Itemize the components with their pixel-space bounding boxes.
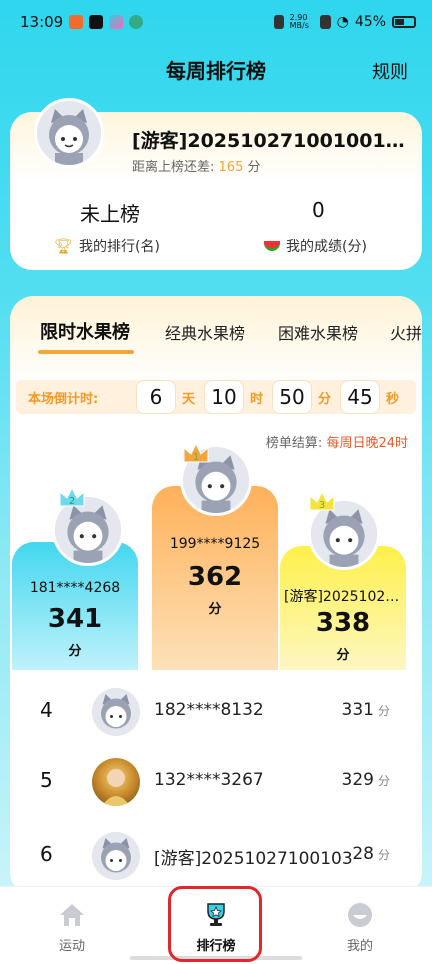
crown-third-rank: 3 <box>319 500 325 511</box>
crown-first-rank: 1 <box>193 452 199 463</box>
app-notification-icon <box>69 15 84 29</box>
podium-first-name: 199****9125 <box>169 536 261 552</box>
tab-classic-fruit[interactable]: 经典水果榜 <box>165 320 245 344</box>
nav-label-sport: 运动 <box>58 939 85 954</box>
podium-first-unit: 分 <box>208 602 222 617</box>
podium-first-score: 362 <box>187 562 243 592</box>
gap-to-rank: 距离上榜还差: 165 分 <box>132 156 261 175</box>
nav-item-sport[interactable]: 运动 <box>32 901 112 954</box>
rank-score: 331 分 <box>342 700 390 720</box>
list-item[interactable]: 5 132****3267 329 分 <box>10 746 422 816</box>
leaf-app-icon <box>129 15 144 29</box>
rank-number: 6 <box>40 842 53 866</box>
my-score-label: 我的成绩(分) <box>264 236 367 256</box>
list-item[interactable]: 6 [游客]20251027100103 28 分 <box>10 820 422 890</box>
tab-hard-fruit[interactable]: 困难水果榜 <box>278 320 358 344</box>
vibrate-icon <box>273 15 284 29</box>
rank-score-value: 28 <box>352 844 374 864</box>
podium-third-unit: 分 <box>336 648 350 663</box>
countdown-bar: 本场倒计时: 6 天 10 时 50 分 45 秒 <box>16 380 416 414</box>
countdown-hours-unit: 时 <box>250 392 264 407</box>
podium-third-score: 338 <box>315 608 371 638</box>
countdown-seconds-unit: 秒 <box>386 392 400 407</box>
countdown-hours: 10 <box>204 380 244 414</box>
cat-hood-avatar-icon <box>92 688 140 736</box>
podium-second-unit: 分 <box>68 644 82 659</box>
my-score-value: 0 <box>312 198 325 222</box>
nav-item-profile[interactable]: 我的 <box>320 901 400 954</box>
rank-avatar <box>92 758 140 806</box>
countdown-days-unit: 天 <box>182 392 196 407</box>
home-icon <box>60 904 84 926</box>
rank-score: 28 分 <box>352 844 390 864</box>
watermelon-icon <box>264 241 280 251</box>
user-avatar[interactable] <box>34 98 104 168</box>
rank-score: 329 分 <box>342 770 390 790</box>
rank-name: 132****3267 <box>154 770 264 790</box>
settle-info: 榜单结算: 每周日晚24时 <box>266 432 408 451</box>
rank-name: 182****8132 <box>154 700 264 720</box>
rank-avatar <box>92 688 140 736</box>
active-tab-indicator <box>38 350 134 354</box>
countdown-label: 本场倒计时: <box>28 392 99 407</box>
list-item[interactable]: 4 182****8132 331 分 <box>10 676 422 746</box>
gap-label: 距离上榜还差: <box>132 160 215 175</box>
countdown-minutes: 50 <box>272 380 312 414</box>
nav-label-profile: 我的 <box>346 939 373 954</box>
rank-name: [游客]20251027100103 <box>154 849 353 869</box>
podium-second-score: 341 <box>47 604 103 634</box>
user-card: [游客]20251027100100145… 距离上榜还差: 165 分 未上榜… <box>10 98 422 270</box>
battery-percent: 45% <box>354 14 386 30</box>
status-bar: 13:09 2.90 MB/s ◔ 45% <box>0 0 432 44</box>
rank-score-unit: 分 <box>377 774 390 788</box>
gap-unit: 分 <box>247 160 261 175</box>
settle-value: 每周日晚24时 <box>326 436 408 451</box>
cat-hood-avatar-icon <box>37 101 101 165</box>
photo-avatar-icon <box>102 769 130 806</box>
cat-hood-avatar-icon <box>92 832 140 880</box>
page-title: 每周排行榜 <box>166 58 266 83</box>
rank-score-unit: 分 <box>377 848 390 862</box>
rank-score-unit: 分 <box>377 704 390 718</box>
wifi-icon: ◔ <box>336 14 349 30</box>
rank-score-value: 331 <box>341 700 374 720</box>
crown-second-rank: 2 <box>69 496 75 507</box>
rank-number: 5 <box>40 768 53 792</box>
rank-number: 4 <box>40 698 53 722</box>
rank-label-text: 我的排行(名) <box>79 239 160 255</box>
countdown-minutes-unit: 分 <box>318 392 332 407</box>
podium-third-name: [游客]20251027… <box>284 589 402 605</box>
my-rank-value: 未上榜 <box>80 202 140 226</box>
net-speed: 2.90 MB/s <box>289 13 309 30</box>
profile-icon <box>348 903 372 927</box>
tab-battle[interactable]: 火拼 <box>390 320 422 344</box>
page-header: 每周排行榜 规则 <box>0 44 432 94</box>
crown-first-icon: 1 <box>182 442 210 464</box>
podium-second-name: 181****4268 <box>29 580 121 596</box>
user-name: [游客]20251027100100145… <box>132 130 417 152</box>
rules-button[interactable]: 规则 <box>372 58 408 84</box>
my-rank-label: 🏆︎ 我的排行(名) <box>54 236 160 256</box>
gap-value: 165 <box>218 160 244 175</box>
sim-icon <box>319 15 331 29</box>
countdown-days: 6 <box>136 380 176 414</box>
status-time: 13:09 <box>20 13 64 31</box>
countdown-seconds: 45 <box>340 380 380 414</box>
battery-icon <box>392 16 416 28</box>
rank-avatar <box>92 832 140 880</box>
leaderboard-panel: 限时水果榜 经典水果榜 困难水果榜 火拼 本场倒计时: 6 天 10 时 50 … <box>10 296 422 896</box>
tab-limited-fruit[interactable]: 限时水果榜 <box>40 318 130 344</box>
tiktok-icon <box>89 15 104 29</box>
highlight-annotation <box>168 886 262 962</box>
colorful-app-icon <box>109 15 124 29</box>
rank-score-value: 329 <box>341 770 374 790</box>
trophy-icon: 🏆︎ <box>54 237 74 255</box>
settle-label: 榜单结算: <box>265 436 323 451</box>
score-label-text: 我的成绩(分) <box>286 239 367 255</box>
crown-third-icon: 3 <box>308 490 336 512</box>
crown-second-icon: 2 <box>58 486 86 508</box>
